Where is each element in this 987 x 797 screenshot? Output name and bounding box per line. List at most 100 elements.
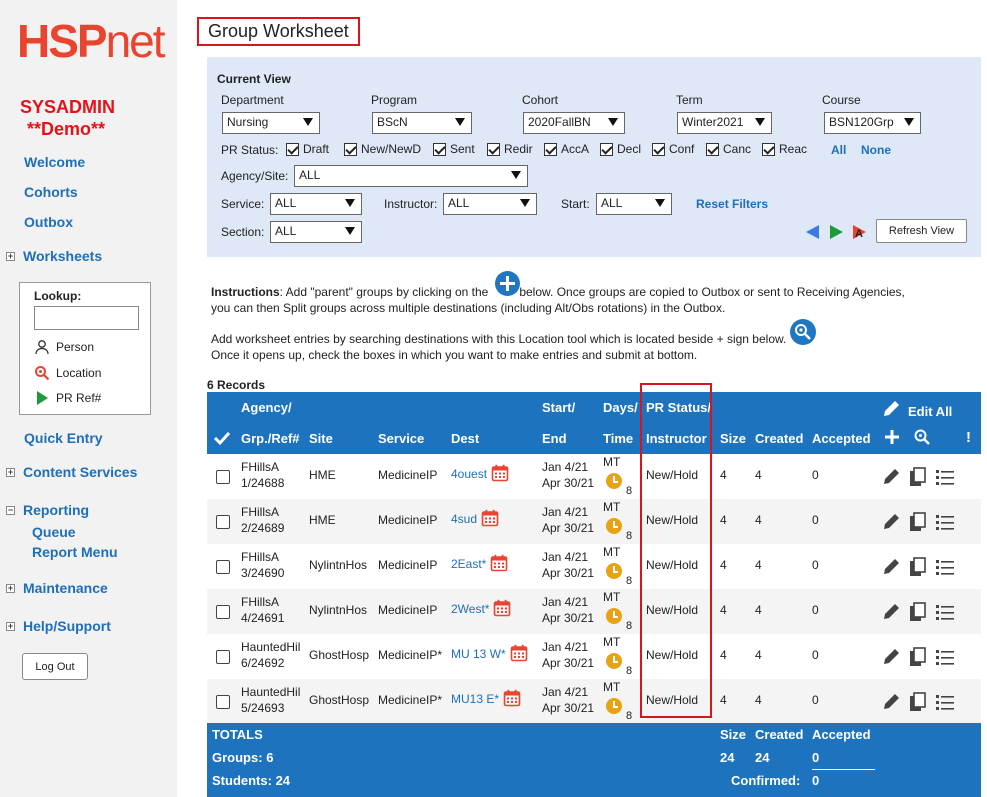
start-select[interactable]: ALL [596,193,672,215]
edit-pencil-icon[interactable] [881,512,901,535]
nav-worksheets[interactable]: Worksheets [23,248,102,264]
col-end[interactable]: End [542,431,567,446]
nav-queue[interactable]: Queue [32,524,76,540]
edit-pencil-icon[interactable] [881,557,901,580]
service-select[interactable]: ALL [270,193,362,215]
status-checkbox-decl[interactable]: Decl [600,142,641,156]
list-icon[interactable] [935,602,955,625]
status-checkbox-reac[interactable]: Reac [762,142,807,156]
col-time[interactable]: Time [603,431,633,446]
dest-link[interactable]: MU 13 W* [451,647,506,661]
dest-link[interactable]: 4sud [451,512,477,526]
copy-icon[interactable] [909,602,927,625]
col-agency[interactable]: Agency/ [241,400,292,415]
dest-cell[interactable]: 4ouest [451,464,509,486]
dest-link[interactable]: 2West* [451,602,489,616]
cohort-select[interactable]: 2020FallBN [523,112,625,134]
location-search-icon[interactable] [790,319,816,345]
copy-icon[interactable] [909,512,927,535]
edit-all-pencil-icon[interactable] [881,399,901,419]
select-none-link[interactable]: None [861,143,891,157]
add-group-plus-icon[interactable] [495,271,520,296]
col-start[interactable]: Start/ [542,400,575,415]
logout-button[interactable]: Log Out [22,653,88,680]
status-checkbox-canc[interactable]: Canc [706,142,751,156]
list-icon[interactable] [935,647,955,670]
col-dest[interactable]: Dest [451,431,479,446]
term-select[interactable]: Winter2021 [677,112,772,134]
row-checkbox[interactable] [216,515,230,529]
list-icon[interactable] [935,467,955,490]
nav-welcome[interactable]: Welcome [24,154,85,170]
copy-icon[interactable] [909,692,927,715]
dest-cell[interactable]: 2West* [451,599,511,621]
col-site[interactable]: Site [309,431,333,446]
col-created[interactable]: Created [755,431,803,446]
list-icon[interactable] [935,692,955,715]
refresh-view-button[interactable]: Refresh View [876,219,967,243]
expand-icon[interactable]: + [6,622,15,631]
dest-cell[interactable]: 4sud [451,509,499,531]
program-select[interactable]: BScN [372,112,472,134]
instructor-select[interactable]: ALL [443,193,537,215]
add-plus-icon[interactable] [884,429,900,445]
previous-arrow-icon[interactable] [803,223,821,241]
nav-cohorts[interactable]: Cohorts [24,184,78,200]
hspnet-logo[interactable]: HSPnet [17,18,166,64]
dest-cell[interactable]: MU13 E* [451,689,521,711]
calendar-icon[interactable] [493,599,511,621]
nav-help-support[interactable]: Help/Support [23,618,111,634]
copy-icon[interactable] [909,557,927,580]
nav-maintenance[interactable]: Maintenance [23,580,108,596]
dest-link[interactable]: MU13 E* [451,692,499,706]
calendar-icon[interactable] [510,644,528,666]
edit-pencil-icon[interactable] [881,692,901,715]
col-size[interactable]: Size [720,431,746,446]
edit-all-link[interactable]: Edit All [908,404,952,419]
lookup-input[interactable] [34,306,139,330]
edit-pencil-icon[interactable] [881,467,901,490]
status-checkbox-sent[interactable]: Sent [433,142,475,156]
copy-icon[interactable] [909,467,927,490]
nav-reporting[interactable]: Reporting [23,502,89,518]
list-icon[interactable] [935,512,955,535]
status-checkbox-redir[interactable]: Redir [487,142,533,156]
copy-icon[interactable] [909,647,927,670]
lookup-pr-ref[interactable]: PR Ref# [34,390,101,406]
dest-cell[interactable]: MU 13 W* [451,644,528,666]
section-select[interactable]: ALL [270,221,362,243]
calendar-icon[interactable] [481,509,499,531]
col-accepted[interactable]: Accepted [812,431,871,446]
calendar-icon[interactable] [490,554,508,576]
status-checkbox-newnewd[interactable]: New/NewD [344,142,421,156]
select-all-check-icon[interactable] [213,430,231,446]
expand-icon[interactable]: + [6,252,15,261]
status-checkbox-draft[interactable]: Draft [286,142,329,156]
nav-quick-entry[interactable]: Quick Entry [24,430,103,446]
col-grp-ref[interactable]: Grp./Ref# [241,431,300,446]
location-search-icon[interactable] [913,428,931,446]
col-days[interactable]: Days/ [603,400,638,415]
calendar-icon[interactable] [491,464,509,486]
row-checkbox[interactable] [216,560,230,574]
agency-site-select[interactable]: ALL [294,165,528,187]
dest-cell[interactable]: 2East* [451,554,508,576]
lookup-location[interactable]: Location [34,365,101,381]
col-service[interactable]: Service [378,431,424,446]
expand-icon[interactable]: + [6,468,15,477]
expand-icon[interactable]: + [6,584,15,593]
row-checkbox[interactable] [216,695,230,709]
dest-link[interactable]: 4ouest [451,467,487,481]
dest-link[interactable]: 2East* [451,557,486,571]
row-checkbox[interactable] [216,470,230,484]
calendar-icon[interactable] [503,689,521,711]
list-icon[interactable] [935,557,955,580]
course-select[interactable]: BSN120Grp [824,112,921,134]
department-select[interactable]: Nursing [222,112,320,134]
lookup-person[interactable]: Person [34,339,94,355]
nav-report-menu[interactable]: Report Menu [32,544,118,560]
status-checkbox-conf[interactable]: Conf [652,142,694,156]
nav-outbox[interactable]: Outbox [24,214,73,230]
row-checkbox[interactable] [216,650,230,664]
edit-pencil-icon[interactable] [881,647,901,670]
